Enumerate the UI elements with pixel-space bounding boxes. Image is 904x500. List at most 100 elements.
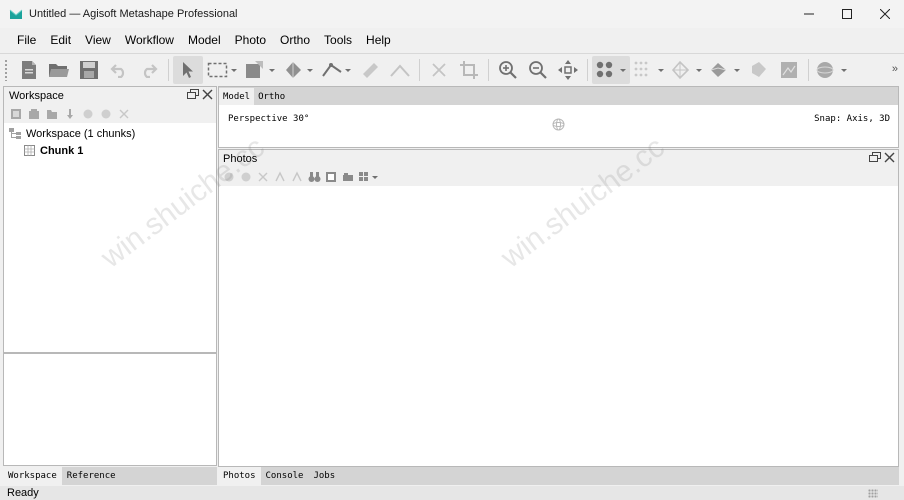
close-button[interactable]: [866, 0, 904, 28]
redo-icon: [143, 63, 158, 78]
snap-label: Snap: Axis, 3D: [814, 114, 890, 124]
camera-icon: [343, 173, 353, 181]
zoom-in-button[interactable]: [493, 56, 523, 84]
show-shapes-button[interactable]: [668, 56, 706, 84]
close-pane-icon[interactable]: [202, 89, 213, 100]
show-trackball-icon: [816, 61, 847, 78]
toolbar-grip[interactable]: [4, 58, 8, 81]
enable-cameras-button[interactable]: [221, 169, 237, 185]
disable-cameras-button[interactable]: [238, 169, 254, 185]
undo-button[interactable]: [104, 56, 134, 84]
workspace-pane: Workspace Workspace (1 chunks) Chunk 1: [3, 86, 217, 466]
show-points-button[interactable]: [592, 55, 630, 84]
show-markers-button[interactable]: [744, 56, 774, 84]
chunk-item[interactable]: Chunk 1: [4, 142, 216, 159]
camera-calibration-button[interactable]: [340, 169, 356, 185]
delete-selection-icon: [432, 62, 446, 77]
maximize-button[interactable]: [828, 0, 866, 28]
draw-polyline-button[interactable]: [385, 56, 415, 84]
maximize-icon: [842, 9, 852, 19]
add-photos-button[interactable]: [26, 106, 42, 122]
toolbar-separator: [488, 58, 489, 81]
enable-button[interactable]: [80, 106, 96, 122]
menu-tools[interactable]: Tools: [317, 33, 359, 47]
window-controls: [790, 0, 904, 28]
redo-button[interactable]: [134, 56, 164, 84]
zoom-out-button[interactable]: [523, 56, 553, 84]
bottom-dock-tabs: Photos Console Jobs: [218, 467, 899, 485]
add-marker-button[interactable]: [62, 106, 78, 122]
remove-icon: [119, 109, 129, 119]
menu-workflow[interactable]: Workflow: [118, 33, 181, 47]
show-markers-icon: [752, 61, 766, 77]
menu-view[interactable]: View: [78, 33, 118, 47]
rotate-right-button[interactable]: [272, 169, 288, 185]
navigation-button[interactable]: [173, 55, 203, 84]
workspace-tree-root[interactable]: Workspace (1 chunks): [4, 125, 216, 142]
tab-console[interactable]: Console: [261, 467, 309, 485]
rotate-left-button[interactable]: [289, 169, 305, 185]
tab-reference[interactable]: Reference: [62, 467, 121, 485]
remove-item-button[interactable]: [116, 106, 132, 122]
reset-filter-button[interactable]: [323, 169, 339, 185]
tab-photos[interactable]: Photos: [218, 467, 261, 485]
close-icon: [880, 9, 890, 19]
new-button[interactable]: [14, 56, 44, 84]
enable-icon: [224, 172, 234, 182]
disable-icon: [241, 172, 251, 182]
float-pane-icon[interactable]: [187, 89, 199, 100]
tab-workspace[interactable]: Workspace: [3, 467, 62, 485]
add-chunk-icon: [11, 109, 21, 119]
menu-photo[interactable]: Photo: [228, 33, 273, 47]
show-ortho-button[interactable]: [774, 56, 804, 84]
filter-photos-button[interactable]: [306, 169, 322, 185]
menu-edit[interactable]: Edit: [43, 33, 78, 47]
ruler-button[interactable]: [355, 56, 385, 84]
move-region-button[interactable]: [553, 56, 583, 84]
add-folder-button[interactable]: [44, 106, 60, 122]
transform-object-button[interactable]: [279, 56, 317, 84]
tab-ortho[interactable]: Ortho: [254, 88, 289, 105]
toolbar-separator: [808, 58, 809, 81]
disable-icon: [101, 109, 111, 119]
ruler-polyline-button[interactable]: [317, 56, 355, 84]
menu-file[interactable]: File: [10, 33, 43, 47]
view-mode-button[interactable]: [357, 169, 381, 185]
show-cameras-button[interactable]: [630, 56, 668, 84]
delete-selection-button[interactable]: [424, 56, 454, 84]
show-model-button[interactable]: [706, 56, 744, 84]
tab-jobs[interactable]: Jobs: [308, 467, 340, 485]
close-pane-icon[interactable]: [884, 152, 895, 163]
save-button[interactable]: [74, 56, 104, 84]
minimize-button[interactable]: [790, 0, 828, 28]
chunk-label: Chunk 1: [40, 144, 84, 157]
tab-model[interactable]: Model: [219, 88, 255, 105]
rotate-right-icon: [275, 171, 285, 182]
new-icon: [22, 60, 36, 79]
workspace-tree: Workspace (1 chunks) Chunk 1: [4, 123, 216, 159]
menu-model[interactable]: Model: [181, 33, 228, 47]
menu-bar: File Edit View Workflow Model Photo Orth…: [0, 28, 904, 52]
remove-cameras-button[interactable]: [255, 169, 271, 185]
menu-ortho[interactable]: Ortho: [273, 33, 317, 47]
status-text: Ready: [7, 487, 39, 499]
toolbar-overflow-button[interactable]: »: [892, 63, 898, 75]
toolbar-separator: [419, 58, 420, 81]
show-points-icon: [596, 61, 626, 77]
resize-grip[interactable]: [868, 489, 878, 498]
model-view-pane[interactable]: Model Ortho Perspective 30° Snap: Axis, …: [218, 86, 899, 148]
shape-draw-button[interactable]: [241, 56, 279, 84]
zoom-in-icon: [499, 60, 517, 79]
move-region-icon: [558, 59, 578, 80]
float-pane-icon[interactable]: [869, 152, 881, 163]
workspace-splitter[interactable]: [4, 352, 216, 354]
crop-selection-button[interactable]: [454, 56, 484, 84]
left-dock-tabs: Workspace Reference: [3, 467, 217, 485]
ruler-polyline-icon: [322, 62, 351, 77]
open-button[interactable]: [44, 56, 74, 84]
show-trackball-button[interactable]: [813, 56, 851, 84]
rectangle-selection-button[interactable]: [203, 56, 241, 84]
add-chunk-button[interactable]: [8, 106, 24, 122]
disable-button[interactable]: [98, 106, 114, 122]
menu-help[interactable]: Help: [359, 33, 398, 47]
